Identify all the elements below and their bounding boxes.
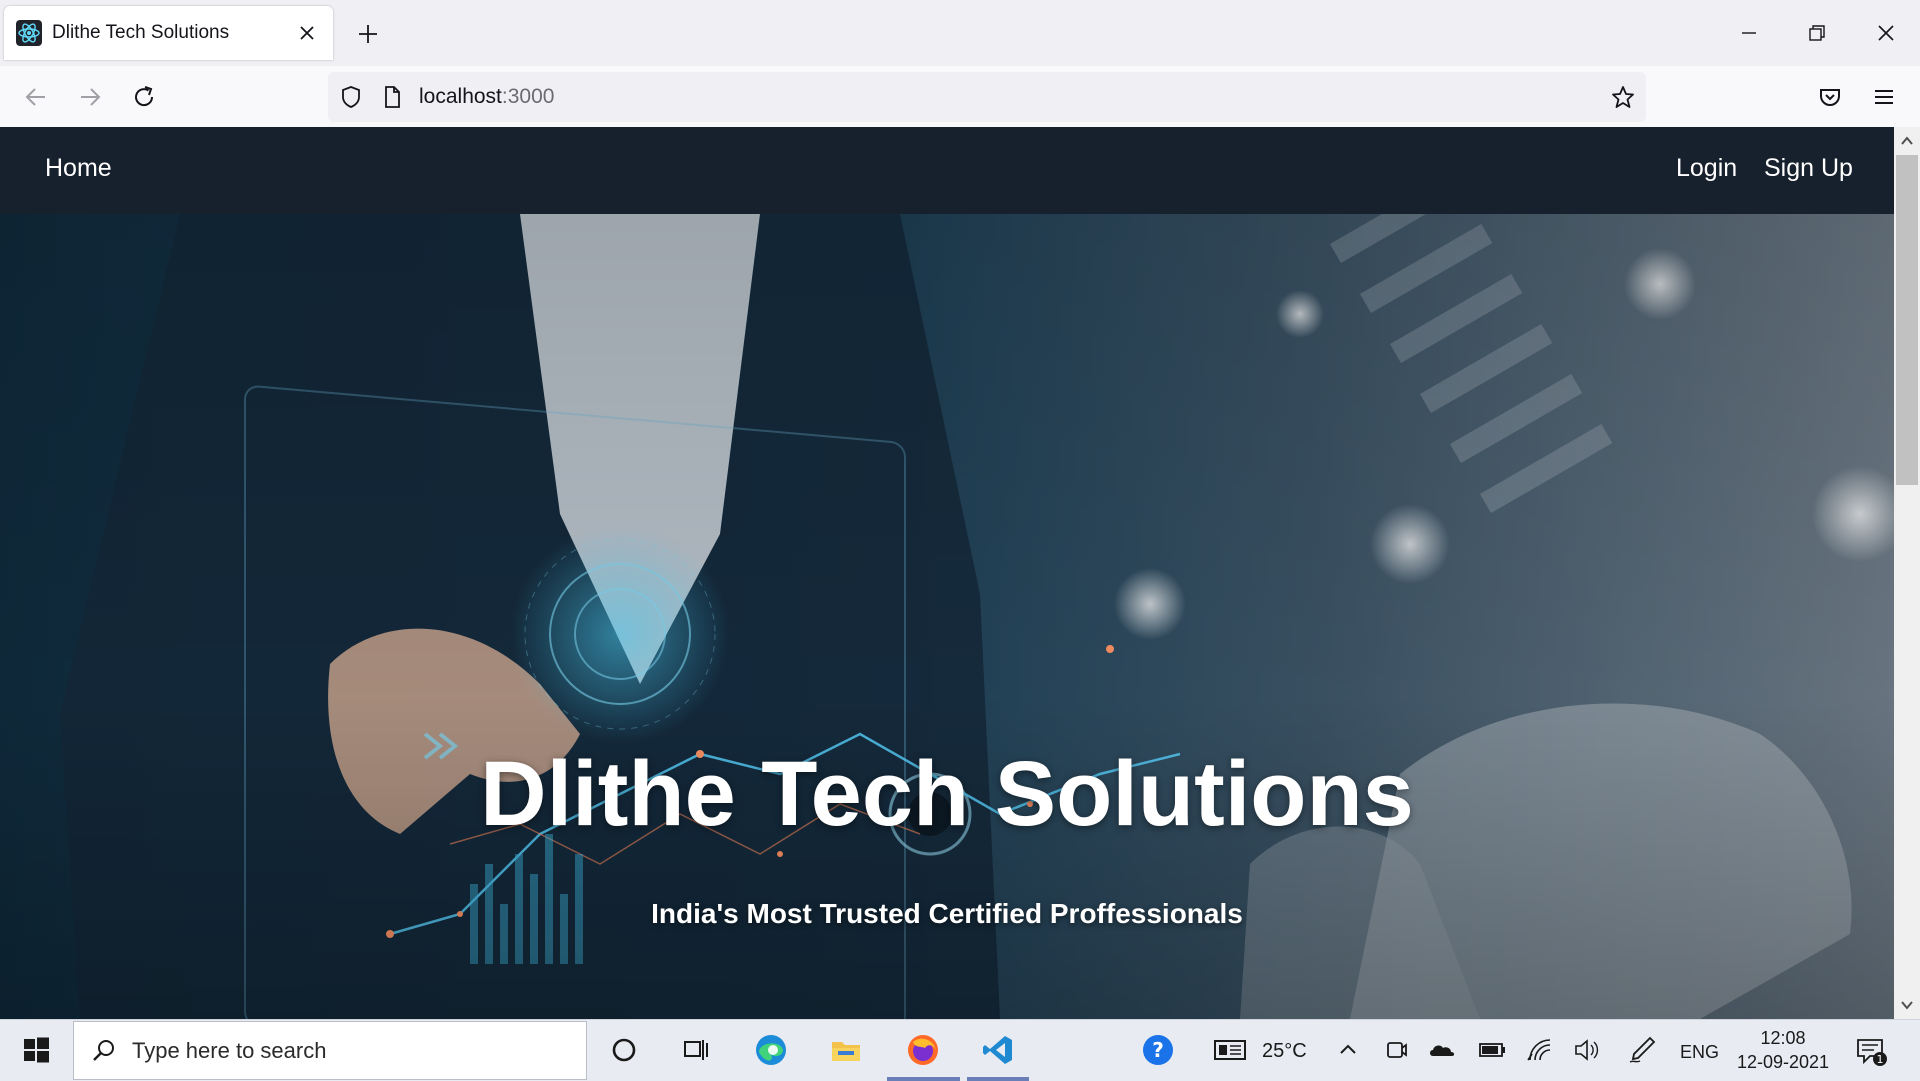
page-icon[interactable] xyxy=(379,84,405,110)
pen-workspace-icon[interactable] xyxy=(1624,1032,1660,1068)
hero-section: Dlithe Tech Solutions India's Most Trust… xyxy=(0,214,1894,1019)
hero-subtitle: India's Most Trusted Certified Proffessi… xyxy=(651,898,1243,929)
search-placeholder: Type here to search xyxy=(132,1038,327,1063)
wifi-icon[interactable] xyxy=(1522,1032,1558,1068)
cortana-icon[interactable] xyxy=(606,1032,642,1068)
edge-browser-icon[interactable] xyxy=(753,1032,789,1068)
windows-taskbar: Type here to search ? 25°C ENG 12:08 12-… xyxy=(0,1019,1920,1081)
vscode-active-indicator xyxy=(967,1077,1029,1081)
scrollbar-thumb[interactable] xyxy=(1896,155,1918,485)
nav-signup-link[interactable]: Sign Up xyxy=(1764,152,1853,184)
task-view-icon[interactable] xyxy=(678,1032,714,1068)
react-logo-icon xyxy=(16,20,42,46)
taskbar-search-box[interactable]: Type here to search xyxy=(73,1021,587,1080)
menu-icon[interactable] xyxy=(1870,83,1898,111)
svg-text:?: ? xyxy=(1152,1038,1164,1062)
scroll-down-icon[interactable] xyxy=(1899,997,1915,1013)
clock-time: 12:08 xyxy=(1760,1028,1806,1048)
nav-login-link[interactable]: Login xyxy=(1676,152,1737,184)
meet-now-icon[interactable] xyxy=(1378,1032,1414,1068)
taskbar-clock[interactable]: 12:08 12-09-2021 xyxy=(1734,1026,1832,1074)
volume-icon[interactable] xyxy=(1570,1032,1606,1068)
pocket-icon[interactable] xyxy=(1816,83,1844,111)
reload-icon[interactable] xyxy=(130,83,158,111)
back-arrow-icon[interactable] xyxy=(22,83,50,111)
show-hidden-icons-chevron-icon[interactable] xyxy=(1330,1032,1366,1068)
clock-date: 12-09-2021 xyxy=(1736,1052,1830,1072)
onedrive-cloud-icon[interactable] xyxy=(1424,1032,1460,1068)
shield-icon[interactable] xyxy=(338,84,364,110)
tab-title: Dlithe Tech Solutions xyxy=(52,22,230,43)
battery-icon[interactable] xyxy=(1474,1032,1510,1068)
browser-tab[interactable]: Dlithe Tech Solutions xyxy=(4,6,333,60)
windows-start-icon[interactable] xyxy=(18,1032,54,1068)
url-bar[interactable]: localhost:3000 xyxy=(328,72,1646,122)
firefox-icon[interactable] xyxy=(905,1032,941,1068)
forward-arrow-icon[interactable] xyxy=(76,83,104,111)
web-page: Home Login Sign Up Dlithe Tech Solutions… xyxy=(0,127,1894,1019)
site-navbar: Home Login Sign Up xyxy=(0,127,1894,214)
hero-title: Dlithe Tech Solutions xyxy=(480,743,1414,845)
firefox-active-indicator xyxy=(887,1077,960,1081)
close-tab-icon[interactable] xyxy=(297,23,317,43)
new-tab-icon[interactable] xyxy=(356,22,380,46)
help-icon[interactable]: ? xyxy=(1140,1032,1176,1068)
search-icon xyxy=(93,1040,114,1061)
scroll-up-icon[interactable] xyxy=(1899,133,1915,149)
weather-temperature[interactable]: 25°C xyxy=(1262,1040,1307,1062)
file-explorer-icon[interactable] xyxy=(828,1032,864,1068)
weather-news-icon[interactable] xyxy=(1212,1032,1248,1068)
bookmark-star-icon[interactable] xyxy=(1610,84,1636,110)
page-scrollbar[interactable] xyxy=(1894,127,1920,1019)
minimize-icon[interactable] xyxy=(1736,20,1762,46)
notifications-icon[interactable]: 1 xyxy=(1852,1032,1888,1068)
restore-icon[interactable] xyxy=(1804,20,1830,46)
notification-count: 1 xyxy=(1877,1053,1884,1066)
browser-titlebar: Dlithe Tech Solutions xyxy=(0,0,1920,66)
vscode-icon[interactable] xyxy=(980,1032,1016,1068)
url-text[interactable]: localhost:3000 xyxy=(419,84,554,110)
language-indicator[interactable]: ENG xyxy=(1680,1041,1719,1063)
close-window-icon[interactable] xyxy=(1873,20,1899,46)
nav-home-link[interactable]: Home xyxy=(45,152,112,184)
